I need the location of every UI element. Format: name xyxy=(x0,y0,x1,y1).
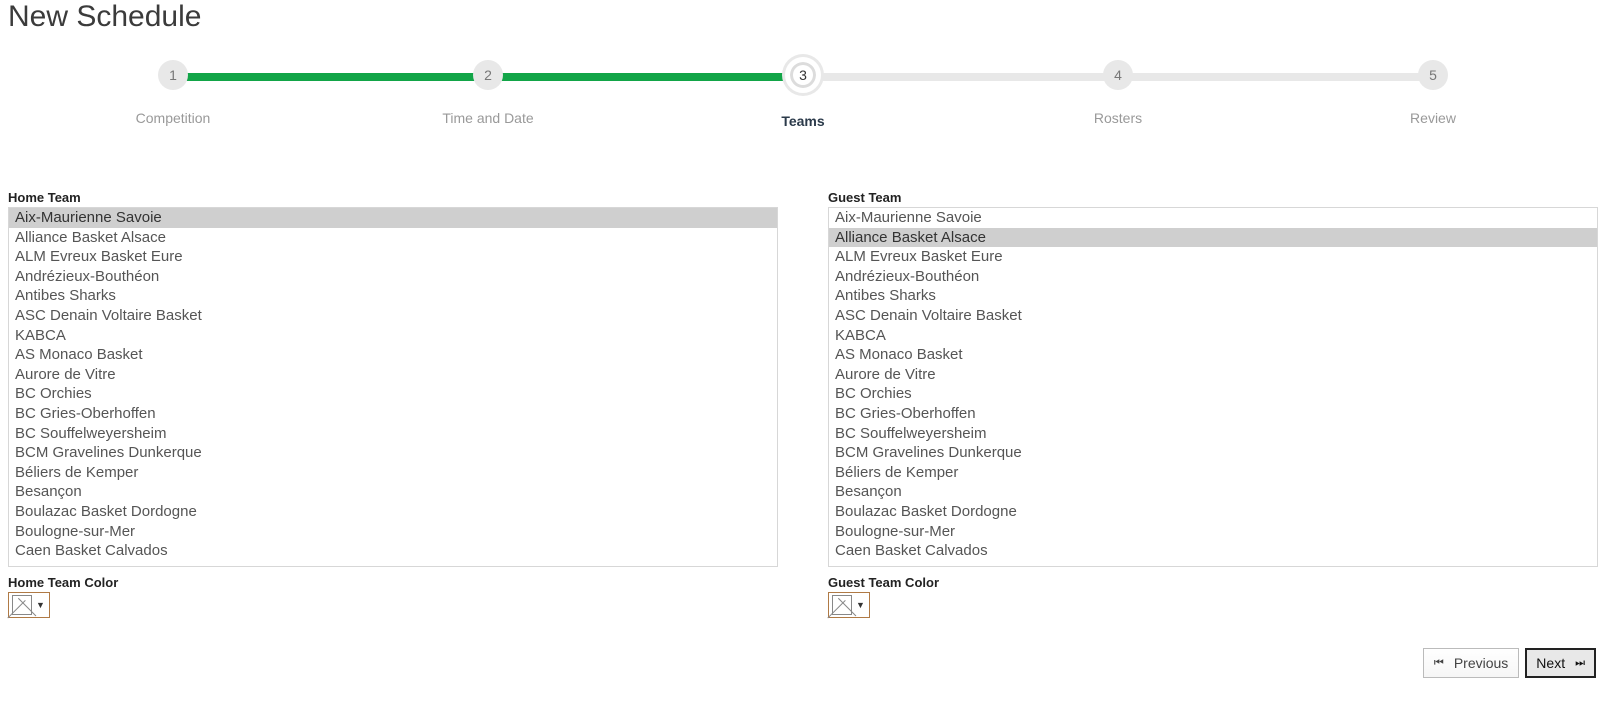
list-item[interactable]: Boulogne-sur-Mer xyxy=(829,522,1597,542)
home-team-color-label: Home Team Color xyxy=(8,575,778,590)
list-item[interactable]: Antibes Sharks xyxy=(9,286,777,306)
list-item[interactable]: BC Souffelweyersheim xyxy=(9,424,777,444)
empty-color-swatch-icon xyxy=(12,595,32,615)
list-item[interactable]: Béliers de Kemper xyxy=(829,463,1597,483)
list-item[interactable]: BCM Gravelines Dunkerque xyxy=(829,443,1597,463)
list-item[interactable]: Besançon xyxy=(9,482,777,502)
list-item[interactable]: Béliers de Kemper xyxy=(9,463,777,483)
list-item[interactable]: Antibes Sharks xyxy=(829,286,1597,306)
wizard-footer: ⏮ Previous Next ⏭ xyxy=(8,648,1596,678)
guest-team-color-label: Guest Team Color xyxy=(828,575,1598,590)
list-item[interactable]: BC Orchies xyxy=(9,384,777,404)
home-team-listbox[interactable]: Aix-Maurienne SavoieAlliance Basket Alsa… xyxy=(9,208,777,566)
guest-team-listbox-wrap: Aix-Maurienne SavoieAlliance Basket Alsa… xyxy=(828,207,1598,567)
stepper-label: Time and Date xyxy=(398,110,578,126)
next-button-label: Next xyxy=(1536,655,1565,671)
list-item[interactable]: Caen Basket Calvados xyxy=(829,541,1597,561)
list-item[interactable]: Andrézieux-Bouthéon xyxy=(9,267,777,287)
home-team-label: Home Team xyxy=(8,190,778,205)
skip-forward-icon: ⏭ xyxy=(1575,657,1585,670)
skip-back-icon: ⏮ xyxy=(1434,657,1444,670)
list-item[interactable]: BCM Gravelines Dunkerque xyxy=(9,443,777,463)
page-title: New Schedule xyxy=(8,0,1598,34)
list-item[interactable]: Aix-Maurienne Savoie xyxy=(829,208,1597,228)
list-item[interactable]: Caen Basket Calvados xyxy=(9,541,777,561)
guest-team-listbox[interactable]: Aix-Maurienne SavoieAlliance Basket Alsa… xyxy=(829,208,1597,566)
list-item[interactable]: KABCA xyxy=(829,326,1597,346)
empty-color-swatch-icon xyxy=(832,595,852,615)
stepper-label: Rosters xyxy=(1028,110,1208,126)
list-item[interactable]: ASC Denain Voltaire Basket xyxy=(829,306,1597,326)
list-item[interactable]: ASC Denain Voltaire Basket xyxy=(9,306,777,326)
list-item[interactable]: AS Monaco Basket xyxy=(9,345,777,365)
stepper-step[interactable]: 2 Time and Date xyxy=(398,60,578,126)
list-item[interactable]: Besançon xyxy=(829,482,1597,502)
chevron-down-icon: ▼ xyxy=(36,600,45,610)
list-item[interactable]: Boulogne-sur-Mer xyxy=(9,522,777,542)
home-team-color-picker[interactable]: ▼ xyxy=(8,592,50,618)
guest-team-label: Guest Team xyxy=(828,190,1598,205)
list-item[interactable]: Aurore de Vitre xyxy=(9,365,777,385)
stepper-circle: 1 xyxy=(158,60,188,90)
list-item[interactable]: BC Gries-Oberhoffen xyxy=(9,404,777,424)
previous-button[interactable]: ⏮ Previous xyxy=(1423,648,1519,678)
stepper-label: Competition xyxy=(83,110,263,126)
stepper-step[interactable]: 1 Competition xyxy=(83,60,263,126)
list-item[interactable]: Aurore de Vitre xyxy=(829,365,1597,385)
list-item[interactable]: ALM Evreux Basket Eure xyxy=(829,247,1597,267)
home-team-column: Home Team Aix-Maurienne SavoieAlliance B… xyxy=(8,190,778,620)
next-button[interactable]: Next ⏭ xyxy=(1525,648,1596,678)
list-item[interactable]: BC Gries-Oberhoffen xyxy=(829,404,1597,424)
teams-columns: Home Team Aix-Maurienne SavoieAlliance B… xyxy=(8,190,1598,620)
stepper-circle: 2 xyxy=(473,60,503,90)
stepper-step[interactable]: 3 Teams xyxy=(713,60,893,129)
stepper-circle: 3 xyxy=(785,57,821,93)
stepper-label: Review xyxy=(1343,110,1523,126)
stepper-circle: 4 xyxy=(1103,60,1133,90)
list-item[interactable]: Alliance Basket Alsace xyxy=(9,228,777,248)
guest-team-color-picker[interactable]: ▼ xyxy=(828,592,870,618)
stepper-label: Teams xyxy=(713,113,893,129)
previous-button-label: Previous xyxy=(1454,655,1508,671)
stepper-step[interactable]: 4 Rosters xyxy=(1028,60,1208,126)
list-item[interactable]: Boulazac Basket Dordogne xyxy=(829,502,1597,522)
list-item[interactable]: ALM Evreux Basket Eure xyxy=(9,247,777,267)
list-item[interactable]: AS Monaco Basket xyxy=(829,345,1597,365)
stepper-circle: 5 xyxy=(1418,60,1448,90)
list-item[interactable]: Andrézieux-Bouthéon xyxy=(829,267,1597,287)
wizard-stepper: 1Competition2Time and Date3Teams4Rosters… xyxy=(173,60,1433,150)
list-item[interactable]: Alliance Basket Alsace xyxy=(829,228,1597,248)
list-item[interactable]: BC Orchies xyxy=(829,384,1597,404)
list-item[interactable]: BC Souffelweyersheim xyxy=(829,424,1597,444)
home-team-listbox-wrap: Aix-Maurienne SavoieAlliance Basket Alsa… xyxy=(8,207,778,567)
list-item[interactable]: Boulazac Basket Dordogne xyxy=(9,502,777,522)
list-item[interactable]: KABCA xyxy=(9,326,777,346)
list-item[interactable]: Aix-Maurienne Savoie xyxy=(9,208,777,228)
guest-team-column: Guest Team Aix-Maurienne SavoieAlliance … xyxy=(828,190,1598,620)
chevron-down-icon: ▼ xyxy=(856,600,865,610)
stepper-step[interactable]: 5 Review xyxy=(1343,60,1523,126)
